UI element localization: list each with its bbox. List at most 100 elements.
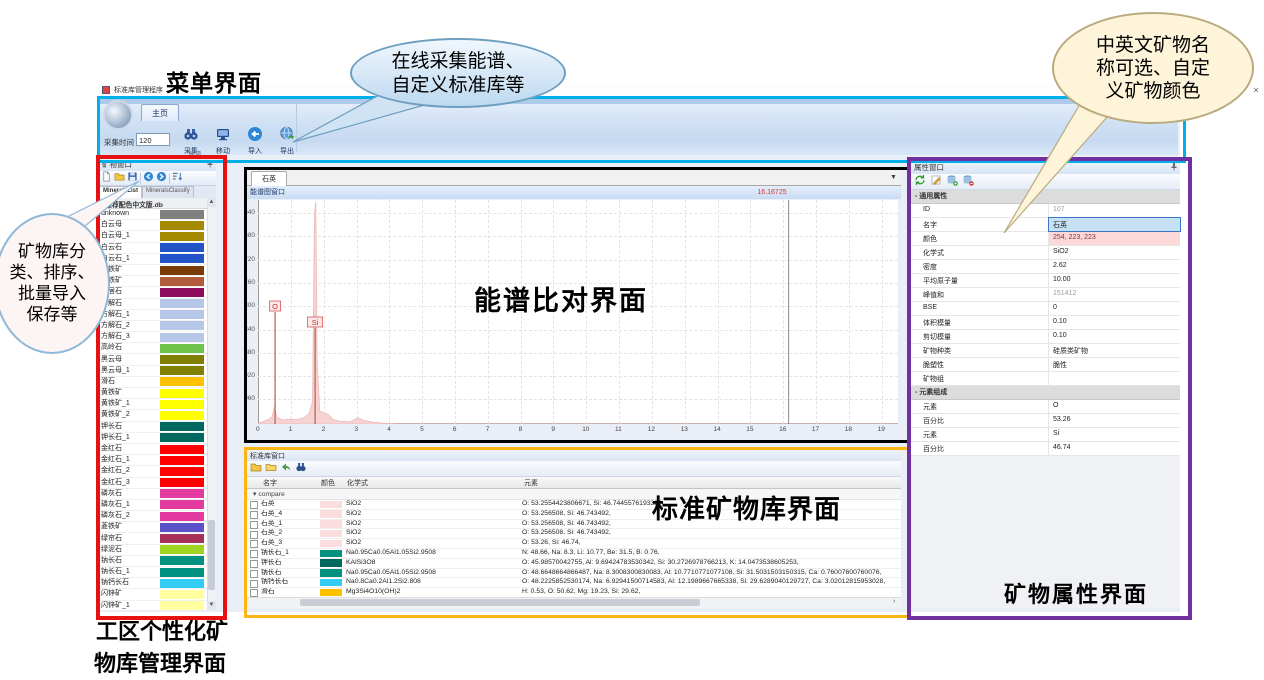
property-row[interactable]: ID107 <box>911 204 1180 218</box>
library-group-row[interactable]: ▾ compare <box>247 489 901 500</box>
mineral-list-item[interactable]: 闪锌矿 <box>99 589 207 600</box>
property-row[interactable]: 密度2.62 <box>911 260 1180 274</box>
table-row[interactable]: 钾长石KAlSi3O8O: 45.98570042755, Al: 9.6942… <box>247 559 901 569</box>
property-value[interactable]: 254, 223, 223 <box>1049 232 1180 245</box>
undo-arrow-icon[interactable] <box>280 460 292 478</box>
tab-minerals-classify[interactable]: MineralsClassify <box>142 186 194 198</box>
pin-icon[interactable] <box>1170 162 1178 173</box>
table-row[interactable]: 石英SiO2O: 53.2554423806671, Si: 46.744557… <box>247 500 901 510</box>
mineral-list-item[interactable]: 白云母 <box>99 220 207 231</box>
mineral-list-item[interactable]: 钾长石_1 <box>99 433 207 444</box>
minerals-group-header[interactable]: - 推荐配色中文版.db <box>99 198 207 209</box>
app-logo[interactable] <box>103 100 133 130</box>
scroll-right-icon[interactable]: › <box>893 598 895 605</box>
mineral-list-item[interactable]: 金红石_2 <box>99 466 207 477</box>
property-row[interactable]: 平均原子量10.00 <box>911 274 1180 288</box>
property-row[interactable]: 剪切模量0.10 <box>911 330 1180 344</box>
table-row[interactable]: 钠长石_1Na0.95Ca0.05Al1.05Si2.9508N: 48.66,… <box>247 549 901 559</box>
import-button[interactable]: 导入 <box>240 126 270 154</box>
prev-mineral-icon[interactable] <box>143 169 154 187</box>
col-color[interactable]: 颜色 <box>321 478 335 488</box>
col-elements[interactable]: 元素 <box>524 478 538 488</box>
property-value[interactable]: 2.62 <box>1049 260 1180 273</box>
library-hscroll-thumb[interactable] <box>300 599 700 606</box>
mineral-list-item[interactable]: 黄铁矿_1 <box>99 399 207 410</box>
pin-icon[interactable] <box>206 159 214 170</box>
open-folder-icon[interactable] <box>250 460 262 478</box>
search-binoculars-icon[interactable] <box>295 460 307 478</box>
property-value[interactable]: 石英 <box>1049 218 1180 231</box>
chevron-down-icon[interactable]: ▼ <box>890 174 897 181</box>
table-row[interactable]: 滑石Mg3Si4O10(OH)2H: 0.53, O: 50.62, Mg: 1… <box>247 588 901 597</box>
property-value[interactable]: 46.74 <box>1049 442 1180 455</box>
table-row[interactable]: 石英_4SiO2O: 53.256508, Si: 46.743492, <box>247 510 901 520</box>
property-row[interactable]: 元素O <box>911 400 1180 414</box>
tab-home[interactable]: 主页 <box>141 104 179 121</box>
mineral-list-item[interactable]: 滑石 <box>99 377 207 388</box>
maximize-button[interactable]: ▢ <box>1230 85 1246 96</box>
mineral-list-item[interactable]: 钠长石 <box>99 556 207 567</box>
property-value[interactable]: 0.10 <box>1049 330 1180 343</box>
row-checkbox[interactable] <box>250 570 258 578</box>
mineral-list-item[interactable]: 白云母_1 <box>99 231 207 242</box>
property-group-header[interactable]: - 通用属性 <box>911 190 1180 204</box>
export-button[interactable]: 导出 <box>272 126 302 154</box>
mineral-list-item[interactable]: unknown <box>99 209 207 220</box>
property-value[interactable]: 0 <box>1049 302 1180 315</box>
mineral-list-item[interactable]: 赤铁矿 <box>99 265 207 276</box>
database-import-icon[interactable] <box>946 173 958 191</box>
refresh-icon[interactable] <box>914 173 926 191</box>
minerals-scroll-thumb[interactable] <box>208 520 215 590</box>
property-row[interactable]: 百分比46.74 <box>911 442 1180 456</box>
close-button[interactable]: × <box>1248 85 1264 96</box>
property-value[interactable]: 脆性 <box>1049 358 1180 371</box>
mineral-list-item[interactable]: 黄铁矿_2 <box>99 410 207 421</box>
row-checkbox[interactable] <box>250 589 258 597</box>
property-row[interactable]: 矿物组 <box>911 372 1180 386</box>
table-row[interactable]: 石英_2SiO2O: 53.256508, Si: 46.743492, <box>247 529 901 539</box>
save-icon[interactable] <box>127 169 138 187</box>
mineral-list-item[interactable]: 绿泥石 <box>99 545 207 556</box>
scroll-up-icon[interactable]: ▲ <box>207 198 216 207</box>
sort-icon[interactable] <box>172 169 183 187</box>
property-value[interactable]: Si <box>1049 428 1180 441</box>
mineral-list-item[interactable]: 方解石_1 <box>99 310 207 321</box>
row-checkbox[interactable] <box>250 560 258 568</box>
col-name[interactable]: 名字 <box>263 478 277 488</box>
open-folder-icon[interactable] <box>114 169 125 187</box>
table-row[interactable]: 钠钙长石Na0.8Ca0.2Al1.2Si2.808O: 48.22258525… <box>247 578 901 588</box>
row-checkbox[interactable] <box>250 531 258 539</box>
property-row[interactable]: 峰值和151412 <box>911 288 1180 302</box>
edit-pencil-icon[interactable] <box>930 173 942 191</box>
mineral-list-item[interactable]: 高岭石 <box>99 343 207 354</box>
property-row[interactable]: 名字石英 <box>911 218 1180 232</box>
table-row[interactable]: 石英_3SiO2O: 53.26, Si: 46.74, <box>247 539 901 549</box>
property-row[interactable]: 百分比53.26 <box>911 414 1180 428</box>
table-row[interactable]: 石英_1SiO2O: 53.256508, Si: 46.743492, <box>247 520 901 530</box>
property-group-header[interactable]: - 元素组成 <box>911 386 1180 400</box>
tab-minerals-list[interactable]: MineralsList <box>99 186 142 198</box>
mineral-list-item[interactable]: 钾长石 <box>99 422 207 433</box>
mineral-list-item[interactable]: 绿帘石 <box>99 533 207 544</box>
property-value[interactable]: 硅质类矿物 <box>1049 344 1180 357</box>
mineral-list-item[interactable]: 闪锌矿_1 <box>99 601 207 610</box>
row-checkbox[interactable] <box>250 540 258 548</box>
mineral-list-item[interactable]: 金红石 <box>99 444 207 455</box>
mineral-list-item[interactable]: 磁铁矿 <box>99 276 207 287</box>
folder-icon[interactable] <box>265 460 277 478</box>
property-row[interactable]: BSE0 <box>911 302 1180 316</box>
mineral-list-item[interactable]: 黄铁矿 <box>99 388 207 399</box>
next-mineral-icon[interactable] <box>156 169 167 187</box>
row-checkbox[interactable] <box>250 511 258 519</box>
row-checkbox[interactable] <box>250 521 258 529</box>
scroll-down-icon[interactable]: ▼ <box>207 601 216 610</box>
mineral-list-item[interactable]: 磷灰石_1 <box>99 500 207 511</box>
mineral-list-item[interactable]: 菱铁矿 <box>99 522 207 533</box>
property-value[interactable]: 10.00 <box>1049 274 1180 287</box>
row-checkbox[interactable] <box>250 580 258 588</box>
mineral-list-item[interactable]: 方解石_2 <box>99 321 207 332</box>
col-formula[interactable]: 化学式 <box>347 478 368 488</box>
acquisition-time-input[interactable]: 120 <box>136 133 170 146</box>
mineral-list-item[interactable]: 白云石 <box>99 243 207 254</box>
mineral-list-item[interactable]: 方解石_3 <box>99 332 207 343</box>
